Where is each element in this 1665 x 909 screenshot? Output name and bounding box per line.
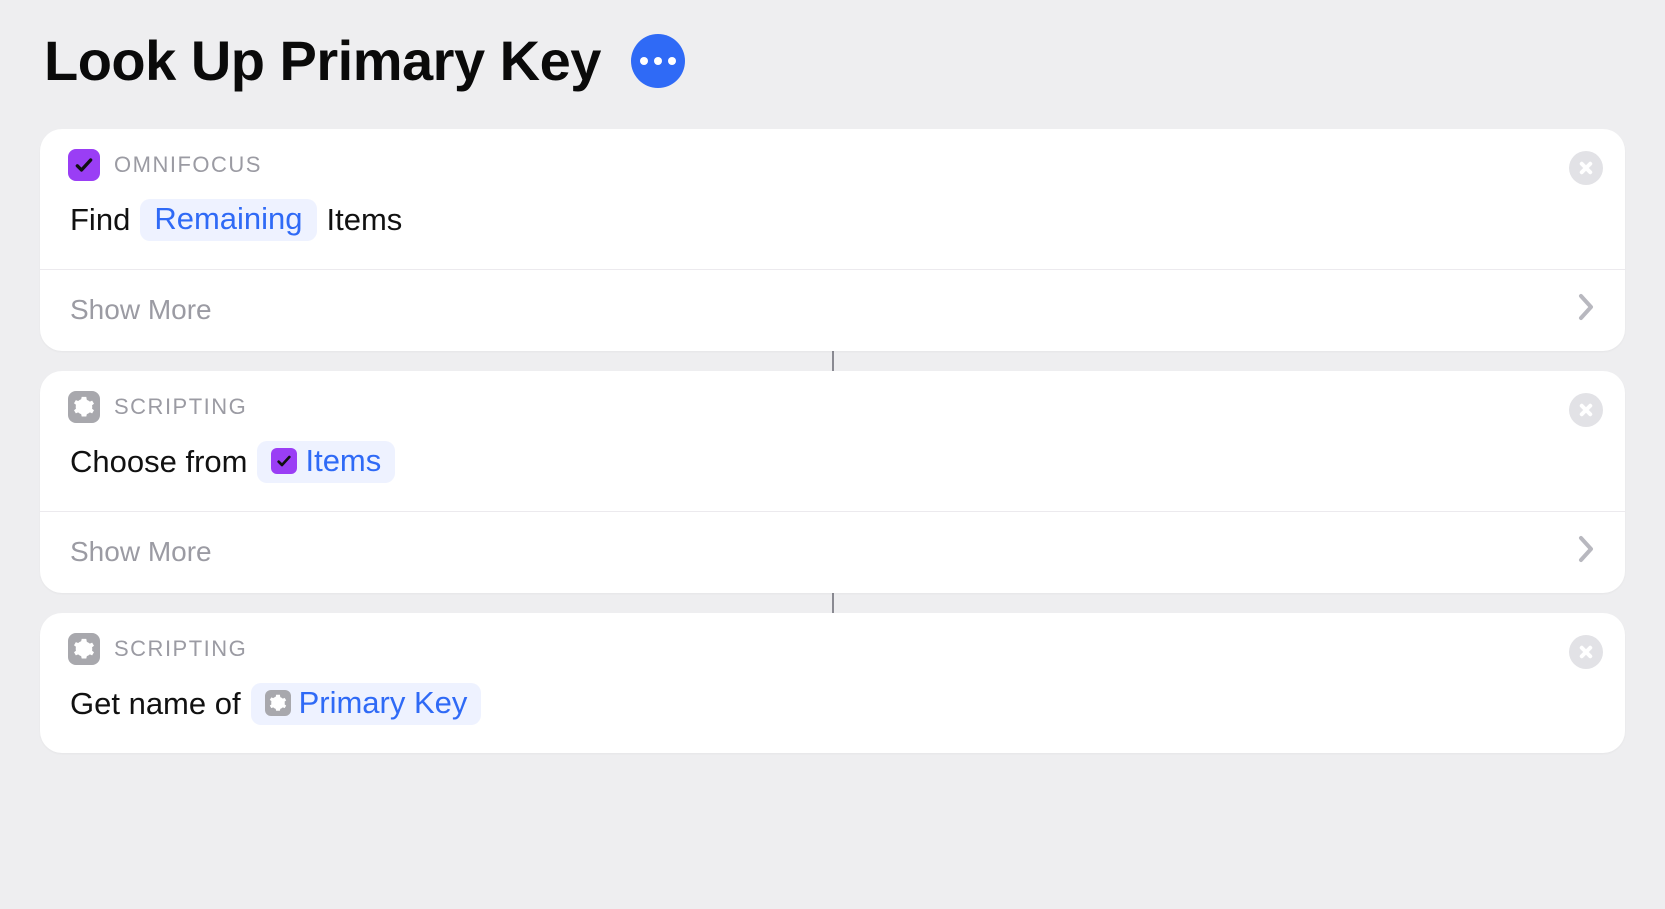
- action-connector: [832, 593, 834, 613]
- action-card-header: SCRIPTING: [40, 613, 1625, 665]
- dot-icon: [640, 57, 648, 65]
- show-more-label: Show More: [70, 294, 212, 326]
- variable-token[interactable]: Primary Key: [251, 683, 482, 725]
- scripting-icon: [68, 633, 100, 665]
- dot-icon: [668, 57, 676, 65]
- action-card: SCRIPTING Get name of Primary Key: [40, 613, 1625, 753]
- action-app-name: SCRIPTING: [114, 636, 247, 662]
- action-text-prefix: Choose from: [70, 444, 247, 480]
- action-text-prefix: Get name of: [70, 686, 241, 722]
- chevron-right-icon: [1577, 292, 1595, 327]
- dot-icon: [654, 57, 662, 65]
- action-app-name: SCRIPTING: [114, 394, 247, 420]
- action-card: OMNIFOCUS Find Remaining Items Show More: [40, 129, 1625, 351]
- variable-token[interactable]: Items: [257, 441, 395, 483]
- action-card-header: OMNIFOCUS: [40, 129, 1625, 181]
- omnifocus-icon: [68, 149, 100, 181]
- token-label: Items: [305, 443, 381, 479]
- shortcut-title: Look Up Primary Key: [44, 28, 601, 93]
- action-text-suffix: Items: [327, 202, 403, 238]
- scripting-icon: [68, 391, 100, 423]
- action-text-prefix: Find: [70, 202, 130, 238]
- show-more-button[interactable]: Show More: [40, 512, 1625, 593]
- show-more-button[interactable]: Show More: [40, 270, 1625, 351]
- action-description: Find Remaining Items: [40, 181, 1625, 269]
- delete-action-button[interactable]: [1569, 151, 1603, 185]
- token-label: Primary Key: [299, 685, 468, 721]
- action-card: SCRIPTING Choose from Items Show More: [40, 371, 1625, 593]
- token-label: Remaining: [154, 201, 302, 237]
- action-description: Choose from Items: [40, 423, 1625, 511]
- action-app-name: OMNIFOCUS: [114, 152, 262, 178]
- scripting-icon: [265, 690, 291, 716]
- action-card-header: SCRIPTING: [40, 371, 1625, 423]
- shortcut-editor: Look Up Primary Key OMNIFOCUS Find Remai…: [0, 0, 1665, 793]
- title-row: Look Up Primary Key: [40, 28, 1625, 93]
- show-more-label: Show More: [70, 536, 212, 568]
- parameter-token[interactable]: Remaining: [140, 199, 316, 241]
- delete-action-button[interactable]: [1569, 393, 1603, 427]
- omnifocus-icon: [271, 448, 297, 474]
- action-description: Get name of Primary Key: [40, 665, 1625, 753]
- chevron-right-icon: [1577, 534, 1595, 569]
- action-connector: [832, 351, 834, 371]
- delete-action-button[interactable]: [1569, 635, 1603, 669]
- more-menu-button[interactable]: [631, 34, 685, 88]
